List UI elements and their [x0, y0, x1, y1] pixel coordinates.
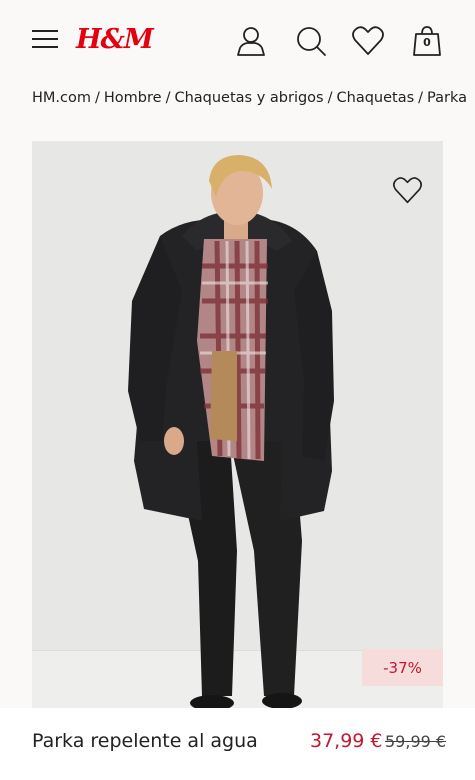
breadcrumb-separator: / — [95, 90, 100, 106]
favorites-icon[interactable] — [351, 24, 385, 58]
model-photo — [128, 155, 334, 708]
menu-icon[interactable] — [32, 30, 58, 50]
discount-badge: -37% — [362, 649, 443, 686]
breadcrumb: HM.com / Hombre / Chaquetas y abrigos / Chaque… — [32, 90, 467, 106]
product-image[interactable]: -37% — [32, 141, 443, 708]
shopping-bag-icon[interactable]: 0 — [410, 24, 444, 58]
breadcrumb-item-chaquetas-y-abrigos[interactable]: Chaquetas y abrigos — [174, 90, 323, 106]
breadcrumb-separator: / — [165, 90, 171, 106]
sale-price: 37,99 € — [310, 730, 383, 752]
product-name: Parka repelente al agua — [32, 730, 258, 752]
account-icon[interactable] — [234, 24, 268, 58]
original-price: 59,99 € — [385, 732, 447, 751]
header: H&M 0 — [0, 0, 475, 80]
breadcrumb-separator: / — [418, 90, 424, 106]
logo[interactable]: H&M — [76, 24, 154, 55]
breadcrumb-separator: / — [327, 90, 333, 106]
bag-count: 0 — [423, 36, 431, 49]
search-icon[interactable] — [294, 24, 328, 58]
breadcrumb-item-hm[interactable]: HM.com — [32, 90, 91, 106]
breadcrumb-item-parka[interactable]: Parka — [427, 90, 467, 106]
breadcrumb-item-chaquetas[interactable]: Chaquetas — [337, 90, 415, 106]
product-bar: Parka repelente al agua 37,99 € 59,99 € — [0, 708, 475, 780]
breadcrumb-item-hombre[interactable]: Hombre — [104, 90, 162, 106]
add-to-favorites-icon[interactable] — [392, 175, 423, 206]
